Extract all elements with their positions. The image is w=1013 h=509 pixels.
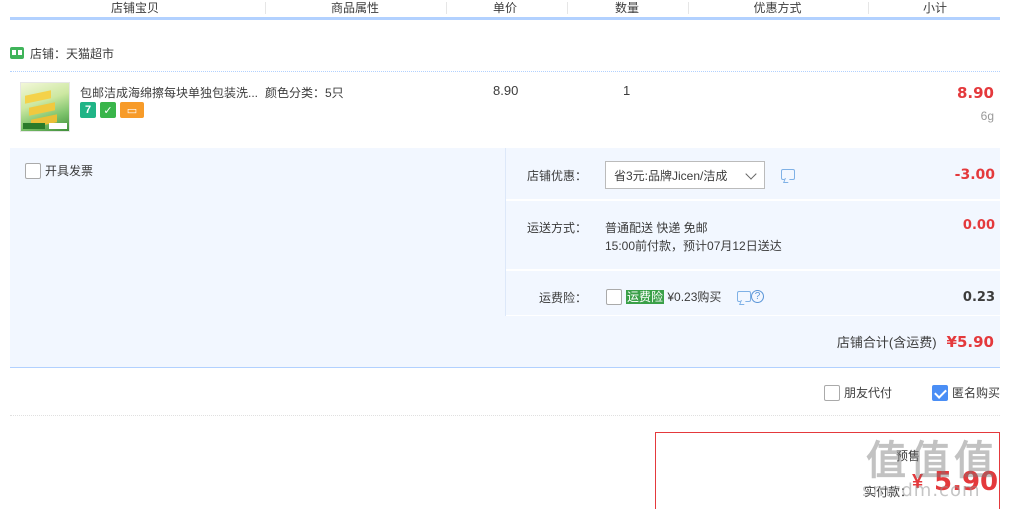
shop-total-amount: ¥5.90 [946, 333, 994, 351]
item-weight: 6g [980, 109, 994, 123]
shipping-info: 普通配送 快递 免邮 15:00前付款，预计07月12日送达 [605, 219, 782, 255]
shipping-value: 0.00 [962, 218, 995, 233]
anonymous-option[interactable]: 匿名购买 [932, 384, 1000, 401]
service-badges: 7 ✓ ▭ [80, 102, 144, 118]
chevron-down-icon [745, 168, 757, 180]
payment-label: 实付款： [864, 485, 913, 499]
payment-top-text: 预售 [896, 449, 921, 463]
column-header: 店铺宝贝 商品属性 单价 数量 优惠方式 小计 [10, 0, 1000, 20]
col-subtotal: 小计 [922, 1, 947, 15]
shop-total-label: 店铺合计(含运费) [836, 335, 937, 350]
shop-discount-selected: 省3元:品牌Jicen/洁成 [614, 168, 728, 183]
payment-currency: ¥ [912, 471, 924, 493]
friend-pay-option[interactable]: 朋友代付 [824, 384, 892, 401]
options-right-column: 店铺优惠： 省3元:品牌Jicen/洁成 -3.00 运送方式： 普通配送 快递… [505, 148, 1001, 316]
anonymous-label: 匿名购买 [952, 386, 1001, 400]
message-icon[interactable] [737, 291, 751, 302]
anonymous-checkbox[interactable] [932, 384, 948, 401]
col-shop-item: 店铺宝贝 [110, 1, 159, 15]
product-attribute: 颜色分类：5只 [265, 86, 344, 100]
quality-guarantee-icon[interactable]: ✓ [100, 102, 116, 118]
shop-total: 店铺合计(含运费) ¥5.90 [837, 332, 994, 351]
insurance-row: 运费险： 运费险 ¥0.23购买 ? 0.23 [506, 270, 1001, 316]
shop-discount-select[interactable]: 省3元:品牌Jicen/洁成 [605, 161, 765, 189]
quantity: 1 [623, 83, 631, 98]
order-options: 开具发票 店铺优惠： 省3元:品牌Jicen/洁成 -3.00 运送方式： 普通… [10, 148, 1001, 368]
shop-name[interactable]: 店铺：天猫超市 [30, 45, 114, 62]
unit-price: 8.90 [493, 83, 519, 98]
insurance-price: ¥0.23购买 [667, 290, 722, 304]
product-thumbnail[interactable] [20, 82, 70, 132]
payment-summary: 预售 实付款： ¥ 5.90 [655, 432, 1000, 509]
shop-discount-value: -3.00 [954, 167, 995, 183]
seven-day-return-icon[interactable]: 7 [80, 102, 96, 118]
cart-item-row: 包邮洁成海绵擦每块单独包装洗... 7 ✓ ▭ 颜色分类：5只 8.90 1 8… [10, 71, 1000, 148]
payment-amount: 5.90 [934, 467, 999, 497]
insurance-checkbox[interactable] [606, 289, 622, 305]
friend-pay-checkbox[interactable] [824, 384, 840, 401]
col-attribute: 商品属性 [330, 1, 379, 15]
shop-line: 店铺：天猫超市 [10, 44, 114, 62]
invoice-option[interactable]: 开具发票 [25, 162, 93, 179]
col-unit-price: 单价 [492, 1, 517, 15]
col-quantity: 数量 [614, 1, 639, 15]
message-icon[interactable] [781, 169, 795, 180]
invoice-checkbox[interactable] [25, 162, 41, 179]
credit-card-icon[interactable]: ▭ [120, 102, 144, 118]
shipping-eta: 15:00前付款，预计07月12日送达 [605, 239, 782, 253]
shipping-row: 运送方式： 普通配送 快递 免邮 15:00前付款，预计07月12日送达 0.0… [506, 200, 1001, 270]
product-title[interactable]: 包邮洁成海绵擦每块单独包装洗... [80, 84, 260, 101]
shipping-label: 运送方式： [526, 221, 587, 235]
insurance-info: 运费险 ¥0.23购买 [626, 288, 721, 305]
tmall-shop-icon [10, 47, 24, 59]
shop-discount-row: 店铺优惠： 省3元:品牌Jicen/洁成 -3.00 [506, 148, 1001, 200]
insurance-tag: 运费险 [626, 290, 665, 304]
shipping-method: 普通配送 快递 免邮 [605, 221, 708, 235]
shop-discount-label: 店铺优惠： [526, 169, 587, 183]
help-icon[interactable]: ? [751, 290, 764, 303]
friend-pay-label: 朋友代付 [844, 386, 893, 400]
insurance-value: 0.23 [962, 290, 995, 305]
invoice-label: 开具发票 [45, 164, 94, 178]
item-subtotal: 8.90 [956, 84, 994, 102]
insurance-label: 运费险： [538, 291, 587, 305]
extra-options: 朋友代付 匿名购买 [10, 368, 1000, 416]
col-discount: 优惠方式 [753, 1, 802, 15]
